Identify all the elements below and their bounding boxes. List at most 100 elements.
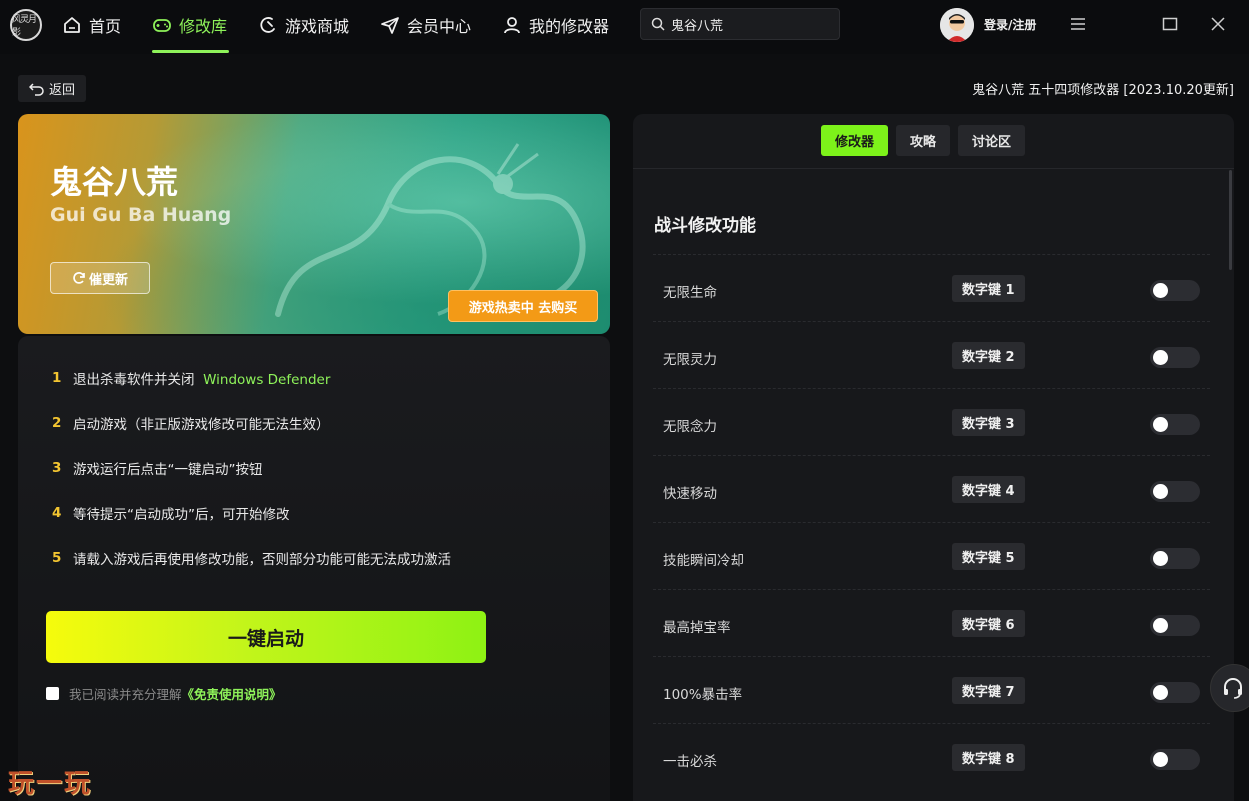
step-item: 4 等待提示“启动成功”后，可开始修改 bbox=[52, 503, 290, 523]
cheat-row: 无限灵力 数字键 2 bbox=[653, 321, 1210, 388]
search-icon bbox=[651, 17, 665, 31]
launch-instructions-panel: 1 退出杀毒软件并关闭 Windows Defender 2 启动游戏（非正版游… bbox=[18, 336, 610, 801]
nav-game-store-label: 游戏商城 bbox=[285, 17, 350, 36]
step-text: 退出杀毒软件并关闭 bbox=[73, 372, 195, 388]
hotkey-badge: 数字键 4 bbox=[952, 476, 1025, 503]
nav-member-center-label: 会员中心 bbox=[407, 17, 472, 36]
send-icon bbox=[381, 17, 399, 34]
cheat-toggle[interactable] bbox=[1150, 548, 1200, 569]
cheat-row: 快速移动 数字键 4 bbox=[653, 455, 1210, 522]
cheat-toggle[interactable] bbox=[1150, 481, 1200, 502]
nav-mod-library[interactable]: 修改库 bbox=[152, 12, 227, 38]
panel-tabs: 修改器 攻略 讨论区 bbox=[821, 125, 1026, 156]
game-title: 鬼谷八荒 bbox=[50, 163, 179, 201]
menu-icon bbox=[1071, 18, 1085, 30]
cheat-toggle[interactable] bbox=[1150, 280, 1200, 301]
agree-text: 我已阅读并充分理解 bbox=[69, 687, 182, 702]
cheat-label: 最高掉宝率 bbox=[663, 620, 731, 636]
close-icon bbox=[1211, 17, 1225, 31]
cheat-label: 技能瞬间冷却 bbox=[663, 553, 744, 569]
divider bbox=[633, 168, 1234, 169]
cheat-label: 无限灵力 bbox=[663, 352, 717, 368]
game-banner: 鬼谷八荒 Gui Gu Ba Huang 催更新 游戏热卖中 去购买 bbox=[18, 114, 610, 334]
refresh-icon bbox=[73, 272, 85, 284]
tab-modifier[interactable]: 修改器 bbox=[821, 125, 889, 156]
cheat-row: 无限生命 数字键 1 bbox=[653, 254, 1210, 321]
cheat-label: 100%暴击率 bbox=[663, 687, 743, 703]
search-input[interactable] bbox=[671, 16, 831, 32]
cheat-row: 最高掉宝率 数字键 6 bbox=[653, 589, 1210, 656]
gamepad-icon bbox=[153, 19, 171, 32]
nav-my-modifiers-label: 我的修改器 bbox=[529, 17, 610, 36]
step-item: 2 启动游戏（非正版游戏修改可能无法生效） bbox=[52, 413, 330, 433]
nav-active-indicator bbox=[152, 50, 229, 53]
nav-mod-library-label: 修改库 bbox=[179, 17, 228, 36]
hotkey-badge: 数字键 8 bbox=[952, 744, 1025, 771]
back-button-label: 返回 bbox=[48, 83, 75, 98]
cheat-label: 无限念力 bbox=[663, 419, 717, 435]
cheat-row: 100%暴击率 数字键 7 bbox=[653, 656, 1210, 723]
scrollbar[interactable] bbox=[1229, 170, 1232, 270]
hotkey-badge: 数字键 7 bbox=[952, 677, 1025, 704]
step-number: 1 bbox=[52, 370, 62, 386]
agreement: 我已阅读并充分理解《免责使用说明》 bbox=[46, 684, 282, 703]
tab-guide[interactable]: 攻略 bbox=[896, 125, 951, 156]
step-text: 游戏运行后点击“一键启动”按钮 bbox=[73, 462, 263, 478]
app-logo[interactable]: 风灵月影 bbox=[10, 9, 42, 41]
step-item: 3 游戏运行后点击“一键启动”按钮 bbox=[52, 458, 263, 478]
cheat-toggle[interactable] bbox=[1150, 615, 1200, 636]
back-button[interactable]: 返回 bbox=[18, 75, 86, 102]
nav-home[interactable]: 首页 bbox=[62, 12, 121, 38]
step-number: 2 bbox=[52, 415, 62, 431]
maximize-button[interactable] bbox=[1160, 14, 1180, 34]
step-text: 等待提示“启动成功”后，可开始修改 bbox=[73, 507, 290, 523]
nav-my-modifiers[interactable]: 我的修改器 bbox=[502, 12, 609, 38]
cheat-row: 无限念力 数字键 3 bbox=[653, 388, 1210, 455]
login-register-link[interactable]: 登录/注册 bbox=[984, 16, 1036, 33]
step-number: 3 bbox=[52, 460, 62, 476]
step-number: 5 bbox=[52, 550, 62, 566]
cheat-toggle[interactable] bbox=[1150, 414, 1200, 435]
step-text: 启动游戏（非正版游戏修改可能无法生效） bbox=[73, 417, 330, 433]
search-box[interactable] bbox=[640, 8, 840, 40]
cheat-label: 一击必杀 bbox=[663, 754, 717, 770]
shop-icon bbox=[260, 17, 275, 33]
cheat-label: 快速移动 bbox=[663, 486, 717, 502]
cheat-toggle[interactable] bbox=[1150, 682, 1200, 703]
step-number: 4 bbox=[52, 505, 62, 521]
agree-checkbox[interactable] bbox=[46, 687, 59, 700]
one-click-launch-button[interactable]: 一键启动 bbox=[46, 611, 486, 663]
step-item: 1 退出杀毒软件并关闭 Windows Defender bbox=[52, 368, 330, 388]
back-arrow-icon bbox=[28, 82, 44, 96]
step-item: 5 请载入游戏后再使用修改功能，否则部分功能可能无法成功激活 bbox=[52, 548, 451, 568]
nav-member-center[interactable]: 会员中心 bbox=[380, 12, 471, 38]
step-text: 请载入游戏后再使用修改功能，否则部分功能可能无法成功激活 bbox=[73, 552, 451, 568]
section-title: 战斗修改功能 bbox=[654, 216, 756, 236]
tab-discussion[interactable]: 讨论区 bbox=[958, 125, 1026, 156]
cheat-row: 技能瞬间冷却 数字键 5 bbox=[653, 522, 1210, 589]
hotkey-badge: 数字键 2 bbox=[952, 342, 1025, 369]
maximize-icon bbox=[1162, 17, 1178, 31]
modifier-panel: 修改器 攻略 讨论区 战斗修改功能 无限生命 数字键 1 无限灵力 数字键 2 … bbox=[633, 114, 1234, 801]
disclaimer-link[interactable]: 《免责使用说明》 bbox=[182, 687, 282, 702]
hotkey-badge: 数字键 1 bbox=[952, 275, 1025, 302]
menu-button[interactable] bbox=[1068, 14, 1088, 34]
request-update-button[interactable]: 催更新 bbox=[50, 262, 150, 294]
game-subtitle: Gui Gu Ba Huang bbox=[50, 204, 232, 226]
home-icon bbox=[64, 17, 80, 33]
cheat-label: 无限生命 bbox=[663, 285, 717, 301]
request-update-label: 催更新 bbox=[88, 272, 128, 288]
close-button[interactable] bbox=[1208, 14, 1228, 34]
cheat-row: 一击必杀 数字键 8 bbox=[653, 723, 1210, 790]
cheat-toggle[interactable] bbox=[1150, 749, 1200, 770]
hotkey-badge: 数字键 3 bbox=[952, 409, 1025, 436]
buy-game-button[interactable]: 游戏热卖中 去购买 bbox=[448, 290, 598, 322]
watermark-logo: 玩一玩 bbox=[8, 769, 93, 799]
headset-icon bbox=[1224, 678, 1242, 699]
avatar-icon bbox=[940, 8, 974, 42]
avatar[interactable] bbox=[940, 8, 974, 42]
cheat-toggle[interactable] bbox=[1150, 347, 1200, 368]
nav-game-store[interactable]: 游戏商城 bbox=[258, 12, 349, 38]
top-bar: 风灵月影 首页 修改库 游戏商城 会员中心 我的修改器 登录/注册 bbox=[0, 0, 1249, 54]
page-title: 鬼谷八荒 五十四项修改器 [2023.10.20更新] bbox=[972, 83, 1234, 98]
